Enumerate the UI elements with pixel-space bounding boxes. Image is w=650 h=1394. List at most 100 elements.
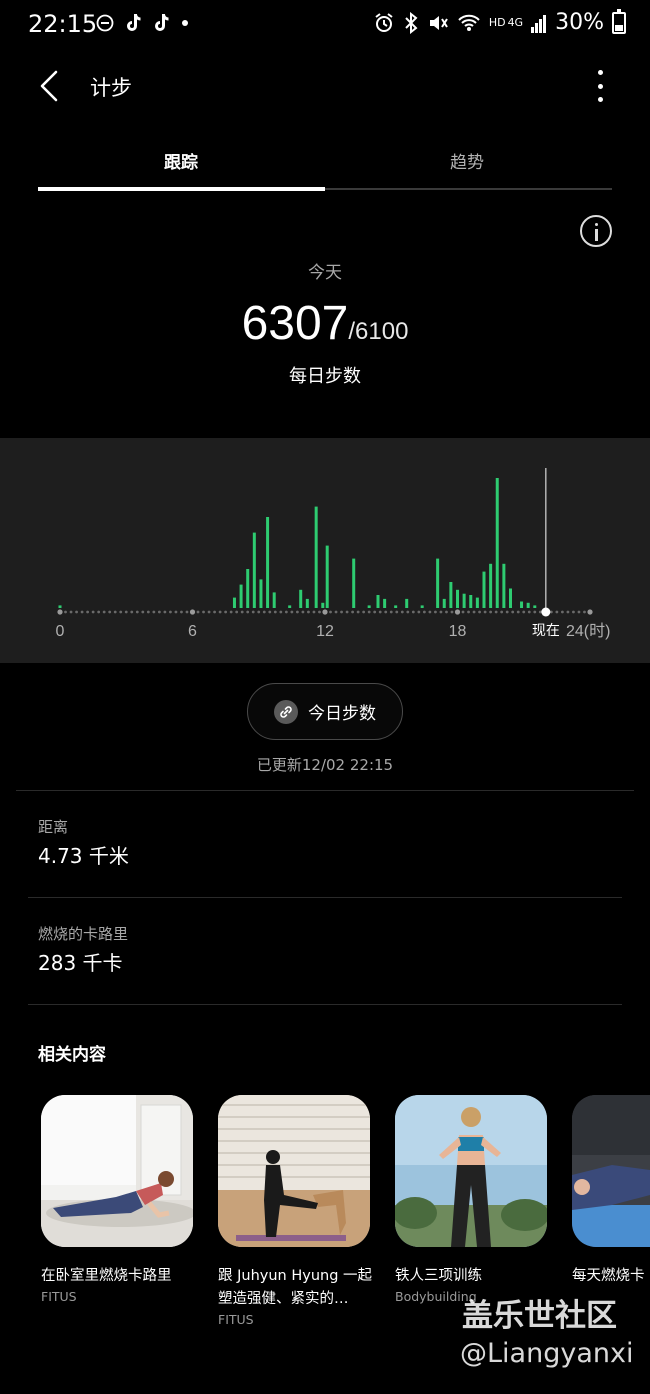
app-header: 计步	[0, 60, 650, 112]
chart-bar	[420, 605, 424, 608]
axis-tick-dot	[454, 609, 461, 615]
baseline-dot	[411, 610, 415, 614]
status-bar: 22:15 HD 4G 30%	[0, 0, 650, 50]
tab-active-indicator	[38, 187, 325, 191]
content-card[interactable]: 跟 Juhyun Hyung 一起塑造强健、紧实的… FITUS	[218, 1095, 372, 1327]
today-steps-button[interactable]: 今日步数	[247, 683, 403, 740]
baseline-dot	[273, 610, 277, 614]
status-left-icons	[96, 13, 190, 33]
baseline-dot	[301, 610, 305, 614]
chart-bar	[367, 605, 371, 608]
battery-percent: 30%	[555, 10, 604, 35]
chart-bar	[325, 545, 329, 608]
baseline-dot	[384, 610, 388, 614]
baseline-dot	[527, 610, 531, 614]
hourly-steps-chart[interactable]: 0 6 12 18 24(时) 现在	[0, 438, 650, 663]
baseline-dot	[356, 610, 360, 614]
chart-bar	[469, 595, 473, 608]
chart-bar	[475, 597, 479, 608]
baseline-dot	[400, 610, 404, 614]
baseline-dot	[467, 610, 470, 614]
chart-bar	[405, 598, 409, 608]
baseline-dot	[395, 610, 399, 614]
baseline-dot	[478, 610, 481, 614]
axis-tick-dot	[189, 609, 196, 615]
baseline-dot	[329, 610, 332, 614]
card-title: 铁人三项训练	[395, 1268, 482, 1284]
distance-value: 4.73 千米	[38, 844, 129, 868]
signal-icon	[531, 14, 547, 33]
status-time: 22:15	[28, 10, 98, 38]
baseline-dot	[428, 610, 432, 614]
chart-bar	[482, 571, 486, 608]
baseline-dot	[257, 610, 261, 614]
baseline-dot	[351, 610, 355, 614]
baseline-dot	[135, 610, 139, 614]
baseline-dot	[163, 610, 167, 614]
baseline-dot	[157, 610, 161, 614]
tab-tracking[interactable]: 跟踪	[164, 148, 198, 173]
baseline-dot	[130, 610, 134, 614]
steps-caption: 每日步数	[289, 366, 361, 387]
bluetooth-icon	[405, 11, 418, 34]
baseline-dot	[362, 610, 366, 614]
more-options-button[interactable]	[588, 70, 612, 102]
chart-bar	[462, 593, 466, 608]
tab-bar: 跟踪 趋势	[38, 140, 612, 192]
divider	[28, 897, 622, 898]
baseline-dot	[489, 610, 493, 614]
chart-canvas: 0 6 12 18 24(时) 现在	[56, 468, 610, 640]
chart-bar	[456, 589, 459, 608]
steps-value: 6307	[241, 297, 349, 350]
baseline-dot	[494, 610, 498, 614]
baseline-dot	[373, 610, 377, 614]
content-card[interactable]: 铁人三项训练 Bodybuilding	[395, 1095, 547, 1304]
chart-bar	[266, 517, 270, 608]
wifi-icon	[458, 14, 480, 31]
day-label: 今天	[308, 263, 342, 283]
baseline-dot	[207, 610, 211, 614]
baseline-dot	[174, 610, 178, 614]
distance-label: 距离	[38, 818, 69, 836]
card-source: FITUS	[41, 1289, 77, 1304]
card-title: 在卧室里燃烧卡路里	[41, 1268, 172, 1284]
back-button[interactable]	[34, 66, 66, 106]
baseline-dot	[169, 610, 172, 614]
chart-bar	[383, 598, 387, 608]
network-gen-label: 4G	[507, 15, 524, 29]
baseline-dot	[522, 610, 526, 614]
baseline-dot	[262, 610, 266, 614]
axis-tick-dot	[587, 609, 593, 615]
baseline-dot	[69, 610, 73, 614]
status-right-icons: HD 4G 30%	[373, 8, 626, 35]
related-content-title: 相关内容	[38, 1045, 106, 1065]
chart-bar	[509, 588, 512, 608]
more-dot-icon	[597, 97, 603, 102]
chart-bar	[442, 598, 446, 608]
baseline-dot	[511, 610, 515, 614]
baseline-dot	[450, 610, 454, 614]
baseline-dot	[97, 610, 101, 614]
chart-bar	[495, 478, 499, 608]
chart-bar	[58, 605, 62, 608]
tiktok-icon	[127, 14, 141, 31]
baseline-dot	[295, 610, 299, 614]
chart-bar	[314, 506, 318, 608]
tab-trends[interactable]: 趋势	[450, 148, 484, 173]
baseline-dot	[113, 610, 117, 614]
link-icon	[274, 699, 298, 724]
content-card[interactable]: 每天燃烧卡	[572, 1095, 650, 1289]
baseline-dot	[439, 610, 443, 614]
baseline-dot	[572, 610, 575, 614]
baseline-dot	[367, 610, 371, 614]
baseline-dot	[583, 610, 586, 614]
x-tick-label: 18	[449, 623, 467, 640]
info-icon[interactable]	[580, 215, 612, 247]
calories-value: 283 千卡	[38, 951, 123, 975]
baseline-dot	[124, 610, 128, 614]
card-source: FITUS	[218, 1312, 254, 1327]
content-card[interactable]: 在卧室里燃烧卡路里 FITUS	[41, 1095, 193, 1304]
baseline-dot	[290, 610, 294, 614]
baseline-dot	[345, 610, 349, 614]
baseline-dot	[434, 610, 437, 614]
